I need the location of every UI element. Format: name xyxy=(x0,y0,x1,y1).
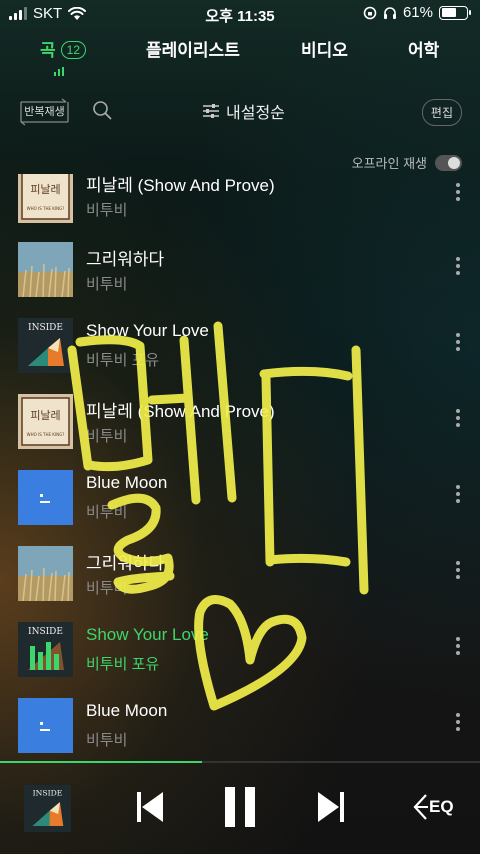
more-options-icon[interactable] xyxy=(456,257,460,275)
headphones-icon xyxy=(383,6,396,19)
sort-label: 내설정순 xyxy=(226,105,285,122)
tab-language[interactable]: 어학 xyxy=(408,36,439,61)
track-artist: 비투비 xyxy=(86,580,128,597)
track-artist: 비투비 포유 xyxy=(86,352,160,369)
track-artist: 비투비 xyxy=(86,428,128,445)
offline-play-toggle[interactable] xyxy=(435,154,462,171)
track-title: Blue Moon xyxy=(86,473,168,492)
album-art-subtitle: WHO IS THE KING? xyxy=(27,206,65,211)
more-options-icon[interactable] xyxy=(456,409,460,427)
song-count-badge: 12 xyxy=(60,41,86,59)
more-options-icon[interactable] xyxy=(456,183,460,201)
mini-player: INSIDE EQ xyxy=(0,763,480,854)
track-artist: 비투비 xyxy=(86,276,128,293)
status-bar: SKT 오후 11:35 61% xyxy=(0,0,480,30)
track-row[interactable]: 피날레 WHO IS THE KING? 피날레 (Show And Prove)… xyxy=(0,174,480,234)
tab-playlists[interactable]: 플레이리스트 xyxy=(146,36,240,61)
battery-icon xyxy=(439,5,471,20)
tab-videos[interactable]: 비디오 xyxy=(301,36,348,61)
more-options-icon[interactable] xyxy=(456,561,460,579)
album-art-subtitle: WHO IS THE KING? xyxy=(27,432,65,437)
more-options-icon[interactable] xyxy=(456,637,460,655)
sort-button[interactable]: 내설정순 xyxy=(202,99,285,123)
track-title: 그리워하다 xyxy=(86,554,165,573)
track-title: 그리워하다 xyxy=(86,250,165,269)
album-art-logo: 피날레 xyxy=(30,409,60,422)
track-row[interactable]: INSIDE Show Your Love 비투비 포유 xyxy=(0,308,480,384)
eq-button[interactable]: EQ xyxy=(410,793,454,821)
album-art-missing xyxy=(18,242,73,297)
repeat-label: 반복재생 xyxy=(24,106,65,118)
album-art-missing xyxy=(18,546,73,601)
track-title: Blue Moon xyxy=(86,701,168,720)
track-title: Show Your Love xyxy=(86,625,209,644)
track-artist: 비투비 xyxy=(86,504,128,521)
more-options-icon[interactable] xyxy=(456,713,460,731)
track-artist: 비투비 포유 xyxy=(86,656,160,673)
track-title: Show Your Love xyxy=(86,321,209,340)
battery-percent: 61% xyxy=(402,4,433,21)
tab-songs-label: 곡 xyxy=(40,41,56,60)
track-title: 피날레 (Show And Prove) xyxy=(86,176,275,195)
album-art-bluemoon xyxy=(18,470,73,525)
more-options-icon[interactable] xyxy=(456,485,460,503)
equalizer-icon xyxy=(413,794,428,820)
album-art-inside: INSIDE xyxy=(18,318,73,373)
album-art-inside-playing: INSIDE xyxy=(18,622,73,677)
repeat-button[interactable]: 반복재생 xyxy=(18,97,71,126)
eq-label: EQ xyxy=(429,797,454,816)
track-title: 피날레 (Show And Prove) xyxy=(86,402,275,421)
next-icon[interactable] xyxy=(315,789,347,825)
search-icon[interactable] xyxy=(92,100,112,120)
now-playing-indicator-icon xyxy=(54,67,64,76)
tab-bar: 곡 12 플레이리스트 비디오 어학 xyxy=(0,36,480,66)
album-art-logo: 피날레 xyxy=(30,183,60,196)
track-row-playing[interactable]: INSIDE Show Your Love 비투비 포유 xyxy=(0,612,480,688)
album-art-bluemoon xyxy=(18,698,73,753)
offline-play-label: 오프라인 재생 xyxy=(351,156,427,171)
track-row[interactable]: Blue Moon 비투비 xyxy=(0,460,480,536)
pause-icon[interactable] xyxy=(222,785,258,829)
track-row[interactable]: 그리워하다 비투비 xyxy=(0,232,480,308)
current-album-art-title: INSIDE xyxy=(33,788,63,797)
more-options-icon[interactable] xyxy=(456,333,460,351)
album-art-finale: 피날레 WHO IS THE KING? xyxy=(18,174,73,223)
track-list: 피날레 WHO IS THE KING? 피날레 (Show And Prove)… xyxy=(0,174,480,760)
list-toolbar: 반복재생 내설정순 편집 xyxy=(0,95,480,129)
previous-icon[interactable] xyxy=(134,789,166,825)
album-art-title: INSIDE xyxy=(28,323,63,333)
track-row[interactable]: 피날레 WHO IS THE KING? 피날레 (Show And Prove)… xyxy=(0,384,480,460)
current-album-art[interactable]: INSIDE xyxy=(24,785,71,832)
sort-sliders-icon xyxy=(203,104,219,118)
track-row[interactable]: 그리워하다 비투비 xyxy=(0,536,480,612)
album-art-finale: 피날레 WHO IS THE KING? xyxy=(18,394,73,449)
orientation-lock-icon xyxy=(363,6,377,19)
offline-play-row: 오프라인 재생 xyxy=(352,153,462,172)
track-row[interactable]: Blue Moon 비투비 xyxy=(0,688,480,760)
tab-songs[interactable]: 곡 12 xyxy=(40,36,86,61)
edit-button[interactable]: 편집 xyxy=(421,99,462,126)
track-artist: 비투비 xyxy=(86,732,128,749)
track-artist: 비투비 xyxy=(86,202,128,219)
album-art-title: INSIDE xyxy=(28,627,63,637)
